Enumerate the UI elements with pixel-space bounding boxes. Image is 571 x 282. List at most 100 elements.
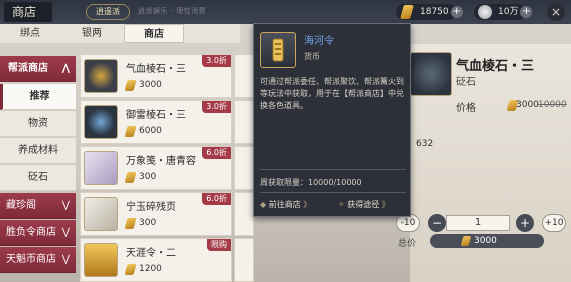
obtain-source-button[interactable]: ✧ 获得途径 》 [338,198,390,212]
tab-bangdian[interactable]: 绑点 [0,24,60,43]
sidebar-item-supplies[interactable]: 物资 [0,111,76,137]
detail-original-price: 10000 [538,100,567,110]
sidebar-group-label: 天魁币商店 [6,254,56,265]
shop-item[interactable] [234,54,254,98]
chevron-up-icon: ⋀ [61,63,70,74]
shop-item[interactable] [234,238,254,282]
obtain-source-label: 获得途径 [347,200,380,209]
go-to-shop-button[interactable]: ◆ 前往商店 》 [260,198,311,212]
total-price-bar: 3000 [430,234,544,248]
plus-button[interactable]: + [516,214,534,232]
divider [260,192,406,193]
coin-bullet-icon: ◆ [260,200,267,209]
shop-item[interactable]: 万象笺・唐青容 300 6.0折 [80,146,232,190]
coin-icon [124,172,137,183]
detail-price: 3000 [516,100,539,110]
item-name: 宁玉碎残页 [126,202,176,213]
close-icon: × [550,5,562,19]
item-price: 300 [139,218,157,228]
tooltip-item-type: 货币 [304,52,320,61]
stock-count: 632 [416,139,434,149]
item-name: 万象笺・唐青容 [126,156,196,167]
sect-badge: 逍遥派 [86,4,130,20]
sidebar-group-label: 藏珍阁 [6,200,36,211]
go-to-shop-label: 前往商店 [268,200,301,209]
discount-badge: 3.0折 [202,55,231,67]
page-icon [84,197,118,231]
sidebar-group-label: 胜负令商店 [6,227,56,238]
compass-icon: ✧ [338,200,345,209]
sidebar-group-tiankui-shop[interactable]: 天魁币商店 ⋁ [0,247,76,273]
limit-badge: 限购 [207,239,231,251]
double-arrow-icon: 》 [381,200,390,209]
sidebar-group-guild-shop[interactable]: 帮派商店 ⋀ [0,56,76,82]
sidebar-group-treasure[interactable]: 藏珍阁 ⋁ [0,193,76,219]
shop-item[interactable]: 天涯令・二 1200 限购 [80,238,232,282]
quantity-input[interactable]: 1 [446,215,510,231]
minus-button[interactable]: − [428,214,446,232]
tooltip-description: 可通过帮派委任、帮派聚饮、帮派篝火到等玩法中获取，用于在【帮派商店】中兑换各色道… [260,77,404,110]
detail-category: 砭石 [456,77,476,88]
plus-ten-button[interactable]: +10 [542,214,566,232]
chevron-down-icon: ⋁ [61,254,70,265]
add-coin-button[interactable]: + [450,6,463,18]
item-price: 300 [139,172,157,182]
chevron-down-icon: ⋁ [61,200,70,211]
detail-title: 气血棱石・三 [456,59,535,74]
coin-icon [124,126,137,137]
coin-icon [400,5,414,19]
double-arrow-icon: 》 [303,200,312,209]
item-name: 天涯令・二 [126,248,176,259]
add-silver-button[interactable]: + [520,6,533,18]
weekly-limit: 周获取限量：10000/10000 [260,178,362,187]
page-title: 商店 [4,2,52,22]
sidebar-item-recommend[interactable]: 推荐 [0,84,76,110]
token-icon [260,32,296,68]
divider [260,169,406,170]
currency-tooltip: 海河令 货币 可通过帮派委任、帮派聚饮、帮派篝火到等玩法中获取，用于在【帮派商店… [253,23,411,217]
coin-icon [124,264,137,275]
token-icon [272,38,284,62]
tab-shangdian[interactable]: 商店 [124,24,184,43]
shop-item[interactable] [234,146,254,190]
shop-item[interactable]: 御雷棱石・三 6000 3.0折 [80,100,232,144]
coin-icon [124,80,137,91]
stone-icon [84,59,118,93]
discount-badge: 3.0折 [202,101,231,113]
shop-item[interactable] [234,192,254,236]
item-price: 6000 [139,126,162,136]
price-label: 价格 [456,103,476,114]
item-price: 3000 [139,80,162,90]
top-bar: 商店 逍遥派 逍遥娱乐 · 理性消费 18750 + 10万 + × [0,0,571,24]
quantity-stepper: -10 − 1 + +10 [396,214,571,232]
tab-yinliang[interactable]: 银两 [62,24,122,43]
close-button[interactable]: × [547,3,565,21]
currency-coin-display: 18750 + [396,4,463,20]
sidebar-item-stones[interactable]: 砭石 [0,165,76,191]
sidebar-group-label: 帮派商店 [8,63,48,74]
discount-badge: 6.0折 [202,147,231,159]
header-subtitle: 逍遥娱乐 · 理性消费 [138,7,207,15]
currency-silver-value: 10万 [498,7,519,17]
discount-badge: 6.0折 [202,193,231,205]
token-icon [84,243,118,277]
shop-item[interactable]: 气血棱石・三 3000 3.0折 [80,54,232,98]
item-detail-panel: 气血棱石・三 砭石 价格 3000 10000 632 -10 − 1 + +1… [396,44,571,282]
shop-item[interactable] [234,100,254,144]
total-label: 总价 [398,239,417,249]
currency-silver-display: 10万 + [474,4,533,20]
silver-coin-icon [478,5,492,19]
sidebar-item-materials[interactable]: 养成材料 [0,138,76,164]
coin-icon [460,236,472,246]
currency-tabs: 绑点 银两 商店 [0,24,240,43]
shop-item[interactable]: 宁玉碎残页 300 6.0折 [80,192,232,236]
tooltip-item-name: 海河令 [304,36,334,47]
stone-icon [84,105,118,139]
scroll-icon [84,151,118,185]
item-price: 1200 [139,264,162,274]
coin-icon [124,218,137,229]
sidebar-group-victory-shop[interactable]: 胜负令商店 ⋁ [0,220,76,246]
currency-coin-value: 18750 [420,7,449,17]
item-name: 气血棱石・三 [126,64,186,75]
stone-icon [410,52,452,96]
